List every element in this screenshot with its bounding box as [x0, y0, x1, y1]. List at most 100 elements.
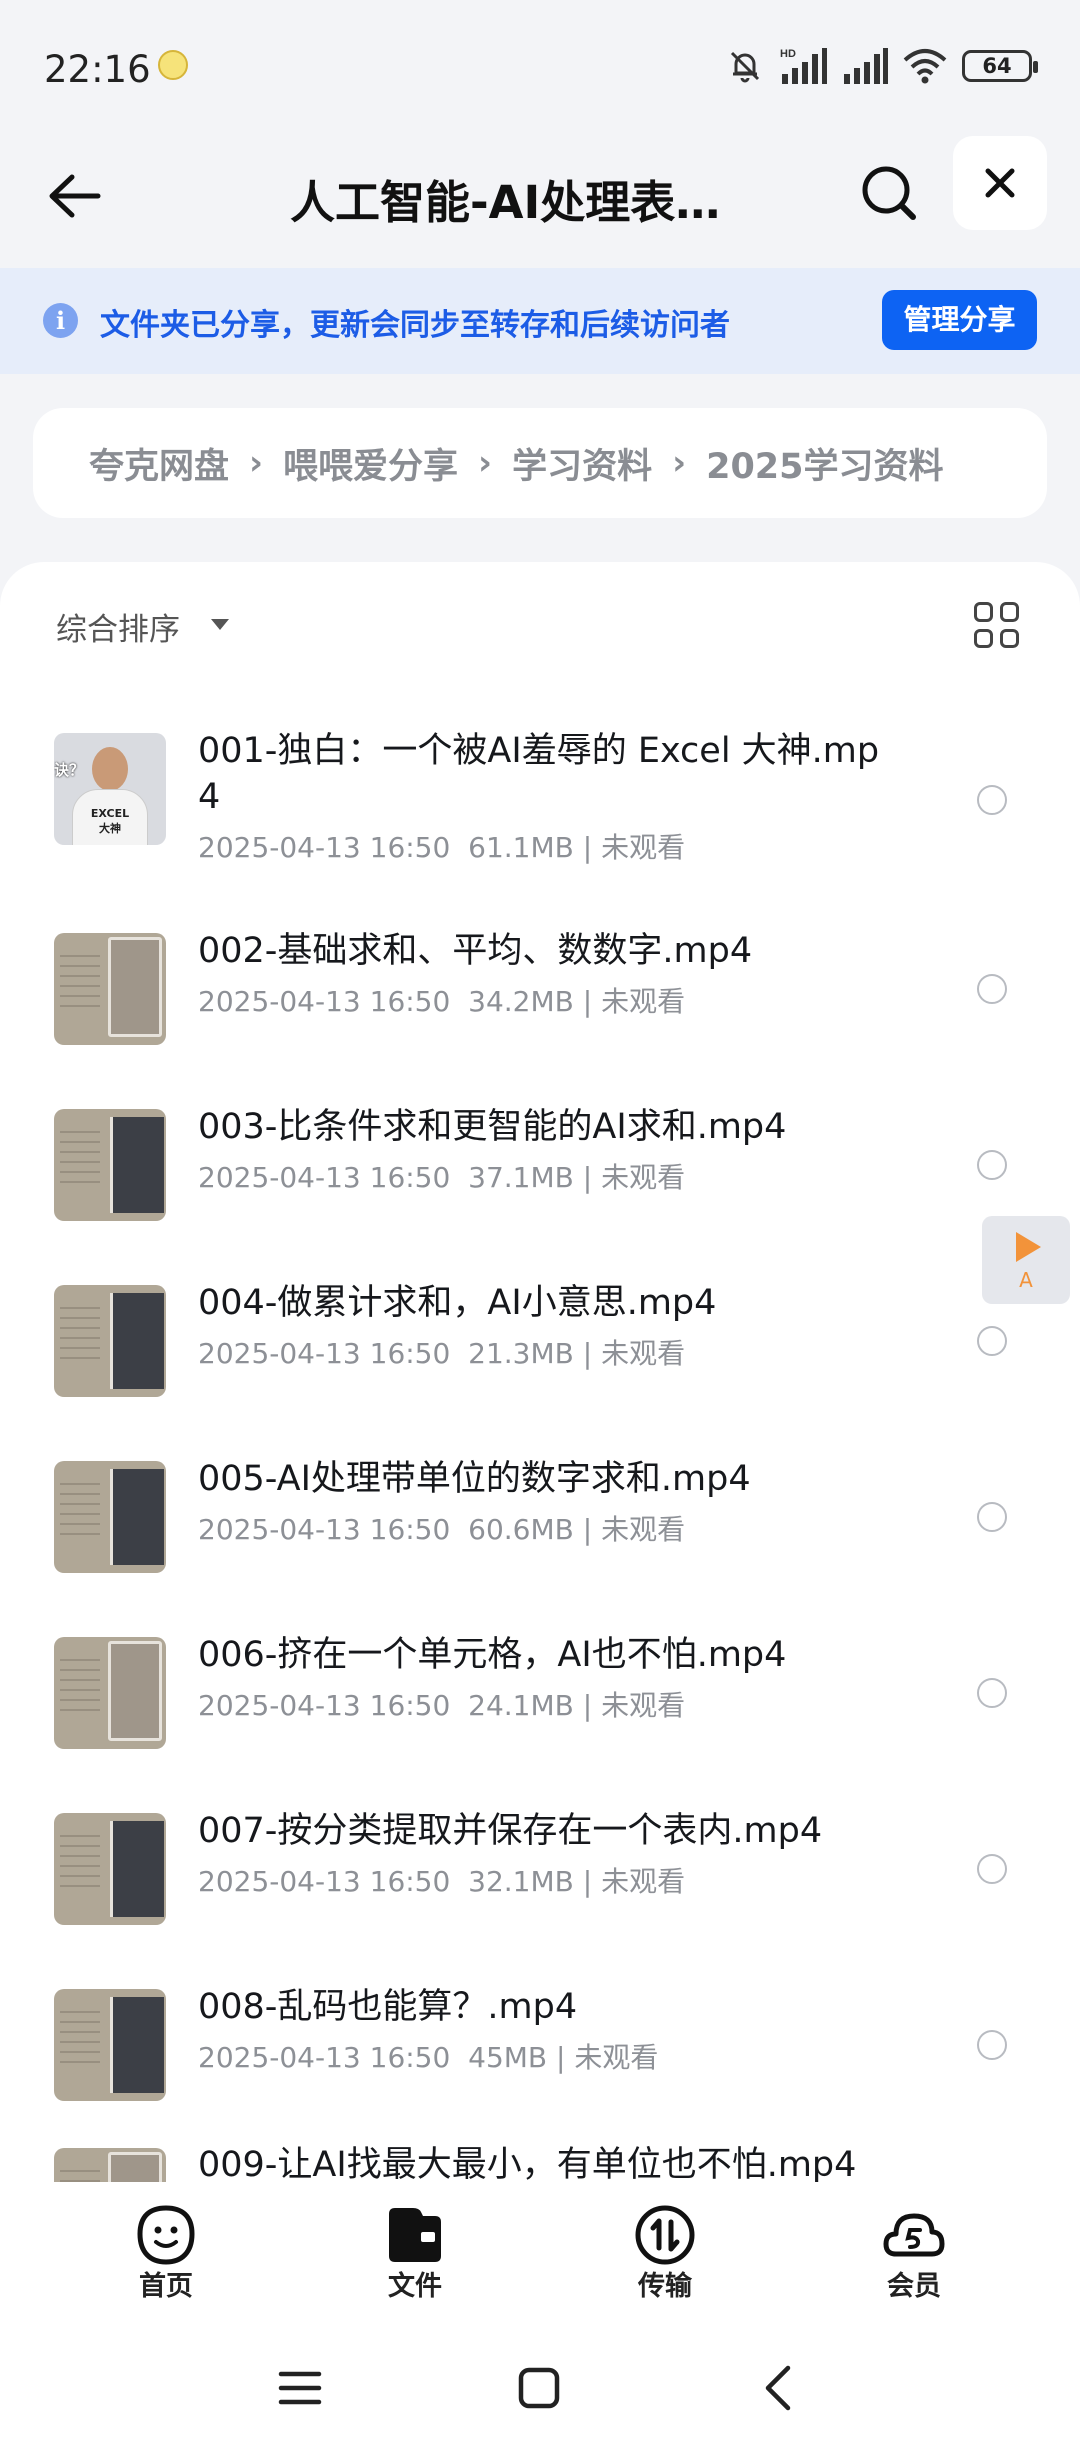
- sort-row: 综合排序: [0, 562, 1080, 690]
- file-row[interactable]: 002-基础求和、平均、数数字.mp4 2025-04-13 16:50 34.…: [0, 890, 1080, 1066]
- video-thumbnail: [54, 1461, 166, 1573]
- file-name: 002-基础求和、平均、数数字.mp4: [198, 931, 753, 971]
- play-icon: [1016, 1232, 1041, 1262]
- sort-dropdown[interactable]: 综合排序: [56, 604, 180, 649]
- watch-status: 未观看: [574, 2041, 659, 2074]
- file-date: 2025-04-13 16:50: [198, 985, 451, 1018]
- select-checkbox[interactable]: [977, 1678, 1007, 1708]
- file-meta: 2025-04-13 16:50 21.3MB | 未观看: [198, 1337, 686, 1370]
- file-date: 2025-04-13 16:50: [198, 1513, 451, 1546]
- nav-label: 会员: [887, 2271, 941, 2302]
- file-meta: 2025-04-13 16:50 32.1MB | 未观看: [198, 1865, 686, 1898]
- system-back-icon[interactable]: [748, 2358, 808, 2418]
- floating-play-button[interactable]: A: [982, 1216, 1070, 1304]
- select-checkbox[interactable]: [977, 785, 1007, 815]
- nav-label: 首页: [139, 2271, 193, 2302]
- file-date: 2025-04-13 16:50: [198, 1689, 451, 1722]
- grid-view-icon[interactable]: [974, 602, 1020, 648]
- file-meta: 2025-04-13 16:50 60.6MB | 未观看: [198, 1513, 686, 1546]
- file-row[interactable]: 007-按分类提取并保存在一个表内.mp4 2025-04-13 16:50 3…: [0, 1770, 1080, 1946]
- file-row[interactable]: 008-乱码也能算？.mp4 2025-04-13 16:50 45MB | 未…: [0, 1946, 1080, 2122]
- breadcrumb-item[interactable]: 2025学习资料: [706, 438, 943, 489]
- file-name: 005-AI处理带单位的数字求和.mp4: [198, 1459, 751, 1499]
- file-meta: 2025-04-13 16:50 37.1MB | 未观看: [198, 1161, 686, 1194]
- watch-status: 未观看: [601, 1337, 686, 1370]
- file-meta: 2025-04-13 16:50 61.1MB | 未观看: [198, 831, 686, 864]
- chevron-right-icon: ›: [478, 443, 493, 483]
- mute-bell-icon: [730, 51, 760, 83]
- watch-status: 未观看: [601, 831, 686, 864]
- file-name: 007-按分类提取并保存在一个表内.mp4: [198, 1811, 823, 1851]
- file-name: 006-挤在一个单元格，AI也不怕.mp4: [198, 1635, 787, 1675]
- share-banner: i 文件夹已分享，更新会同步至转存和后续访问者 管理分享: [0, 268, 1080, 374]
- info-icon: i: [43, 303, 78, 338]
- nav-item-files[interactable]: 文件: [345, 2204, 485, 2304]
- file-size: 21.3MB: [468, 1337, 574, 1370]
- file-list: EXCEL 大神 诀？ 001-独白：一个被AI羞辱的 Excel 大神.mp4…: [0, 690, 1080, 2182]
- file-row[interactable]: 005-AI处理带单位的数字求和.mp4 2025-04-13 16:50 60…: [0, 1418, 1080, 1594]
- file-name: 004-做累计求和，AI小意思.mp4: [198, 1283, 717, 1323]
- breadcrumb-item[interactable]: 夸克网盘: [89, 438, 229, 489]
- file-row[interactable]: EXCEL 大神 诀？ 001-独白：一个被AI羞辱的 Excel 大神.mp4…: [0, 690, 1080, 890]
- video-thumbnail: [54, 1109, 166, 1221]
- page-title: 人工智能-AI处理表格...: [290, 176, 760, 229]
- notification-emoji-icon: [158, 50, 188, 80]
- close-button[interactable]: [953, 136, 1047, 230]
- file-date: 2025-04-13 16:50: [198, 1865, 451, 1898]
- search-icon: [862, 166, 916, 220]
- file-size: 45MB: [468, 2041, 548, 2074]
- title-bar: 人工智能-AI处理表格...: [0, 130, 1080, 268]
- file-row[interactable]: 006-挤在一个单元格，AI也不怕.mp4 2025-04-13 16:50 2…: [0, 1594, 1080, 1770]
- nav-item-transfer[interactable]: 传输: [595, 2204, 735, 2304]
- file-size: 24.1MB: [468, 1689, 574, 1722]
- file-name: 001-独白：一个被AI羞辱的 Excel 大神.mp4: [198, 731, 880, 817]
- caret-down-icon[interactable]: [211, 619, 229, 630]
- svg-text:HD: HD: [780, 48, 796, 60]
- file-meta: 2025-04-13 16:50 45MB | 未观看: [198, 2041, 659, 2074]
- select-checkbox[interactable]: [977, 2030, 1007, 2060]
- search-button[interactable]: [850, 154, 928, 232]
- breadcrumb-item[interactable]: 学习资料: [512, 438, 652, 489]
- menu-icon[interactable]: [270, 2358, 330, 2418]
- file-name: 009-让AI找最大最小，有单位也不怕.mp4: [198, 2145, 857, 2182]
- select-checkbox[interactable]: [977, 974, 1007, 1004]
- floating-button-label: A: [1019, 1268, 1033, 1292]
- file-date: 2025-04-13 16:50: [198, 831, 451, 864]
- file-row[interactable]: 003-比条件求和更智能的AI求和.mp4 2025-04-13 16:50 3…: [0, 1066, 1080, 1242]
- thumbnail-shirt-text: EXCEL 大神: [90, 807, 130, 835]
- file-size: 34.2MB: [468, 985, 574, 1018]
- select-checkbox[interactable]: [977, 1326, 1007, 1356]
- back-arrow-icon: [49, 174, 101, 218]
- chevron-right-icon: ›: [672, 443, 687, 483]
- watch-status: 未观看: [601, 985, 686, 1018]
- select-checkbox[interactable]: [977, 1854, 1007, 1884]
- status-time: 22:16: [44, 48, 151, 91]
- file-size: 60.6MB: [468, 1513, 574, 1546]
- nav-item-vip[interactable]: 会员: [844, 2204, 984, 2304]
- video-thumbnail: [54, 933, 166, 1045]
- manage-share-button[interactable]: 管理分享: [882, 290, 1037, 350]
- file-name: 008-乱码也能算？.mp4: [198, 1987, 578, 2027]
- bottom-nav: 首页 文件 传输 会员: [0, 2182, 1080, 2312]
- home-square-icon[interactable]: [509, 2358, 569, 2418]
- nav-item-home[interactable]: 首页: [96, 2204, 236, 2304]
- signal-icon: [844, 48, 888, 84]
- share-banner-text: 文件夹已分享，更新会同步至转存和后续访问者: [100, 308, 730, 343]
- video-thumbnail: [54, 2148, 166, 2182]
- video-thumbnail: [54, 1989, 166, 2101]
- select-checkbox[interactable]: [977, 1502, 1007, 1532]
- select-checkbox[interactable]: [977, 1150, 1007, 1180]
- file-date: 2025-04-13 16:50: [198, 1337, 451, 1370]
- back-button[interactable]: [38, 160, 110, 232]
- file-size: 32.1MB: [468, 1865, 574, 1898]
- file-date: 2025-04-13 16:50: [198, 1161, 451, 1194]
- battery-indicator: 64: [962, 50, 1038, 82]
- file-size: 61.1MB: [468, 831, 574, 864]
- breadcrumb-item[interactable]: 喂喂爱分享: [283, 438, 458, 489]
- nav-label: 文件: [388, 2271, 442, 2302]
- file-row[interactable]: 009-让AI找最大最小，有单位也不怕.mp4: [0, 2122, 1080, 2182]
- status-bar: 22:16 HD 64: [0, 0, 1080, 130]
- video-thumbnail: [54, 1637, 166, 1749]
- nav-label: 传输: [638, 2271, 692, 2302]
- file-row[interactable]: 004-做累计求和，AI小意思.mp4 2025-04-13 16:50 21.…: [0, 1242, 1080, 1418]
